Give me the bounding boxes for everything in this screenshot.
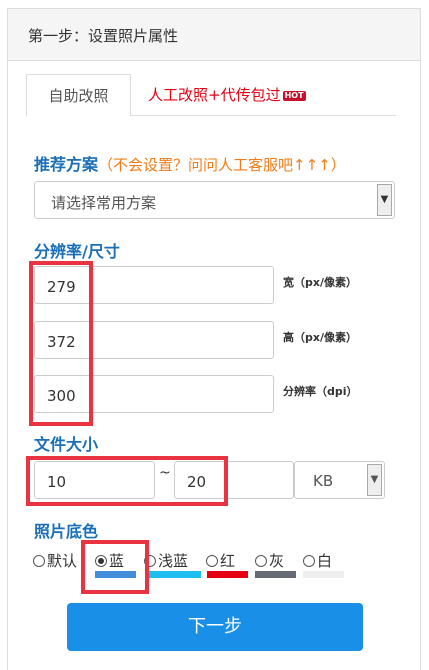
bg-option-label: 灰 bbox=[269, 552, 285, 570]
width-input[interactable]: 279 bbox=[34, 266, 274, 304]
bg-option-label: 蓝 bbox=[109, 552, 125, 570]
dpi-input[interactable]: 300 bbox=[34, 375, 274, 413]
filesize-unit-value: KB bbox=[313, 472, 334, 490]
scheme-select[interactable]: 请选择常用方案 ▼ bbox=[34, 181, 395, 219]
radio-checked-icon bbox=[95, 555, 107, 567]
background-color-options: 默认 蓝 浅蓝 红 灰 白 bbox=[33, 550, 353, 580]
dpi-unit: 分辨率（dpi） bbox=[283, 385, 358, 398]
scheme-hint[interactable]: （不会设置？问问人工客服吧↑↑↑） bbox=[98, 156, 346, 174]
bg-option-red[interactable]: 红 bbox=[206, 550, 235, 571]
tab-self-edit[interactable]: 自助改照 bbox=[26, 74, 131, 117]
chevron-down-icon[interactable]: ▼ bbox=[367, 464, 382, 496]
swatch-white bbox=[303, 571, 344, 578]
swatch-light-blue bbox=[148, 571, 201, 578]
next-step-button[interactable]: 下一步 bbox=[67, 603, 363, 651]
width-unit: 宽（px/像素） bbox=[283, 276, 357, 289]
bg-option-label: 白 bbox=[317, 552, 333, 570]
hot-badge: HOT bbox=[282, 90, 306, 101]
radio-icon bbox=[144, 555, 156, 567]
scheme-title: 推荐方案（不会设置？问问人工客服吧↑↑↑） bbox=[34, 151, 346, 175]
filesize-title: 文件大小 bbox=[34, 435, 99, 454]
swatch-gray bbox=[255, 571, 296, 578]
scheme-select-value: 请选择常用方案 bbox=[51, 194, 157, 212]
bg-option-light-blue[interactable]: 浅蓝 bbox=[144, 550, 188, 571]
bg-option-label: 红 bbox=[220, 552, 236, 570]
bg-option-label: 浅蓝 bbox=[158, 552, 189, 570]
radio-icon bbox=[206, 555, 218, 567]
swatch-blue bbox=[95, 571, 136, 578]
filesize-max-input[interactable]: 20 bbox=[174, 461, 294, 499]
bg-option-gray[interactable]: 灰 bbox=[255, 550, 284, 571]
filesize-min-input[interactable]: 10 bbox=[34, 461, 155, 499]
swatch-red bbox=[207, 571, 248, 578]
chevron-down-icon[interactable]: ▼ bbox=[377, 184, 392, 216]
tab-bar: 自助改照 人工改照+代传包过 HOT bbox=[26, 74, 396, 117]
radio-icon bbox=[33, 555, 45, 567]
tab-manual-label: 人工改照+代传包过 bbox=[148, 86, 281, 104]
bg-option-label: 默认 bbox=[47, 552, 78, 570]
bg-option-white[interactable]: 白 bbox=[303, 550, 332, 571]
panel-title: 第一步：设置照片属性 bbox=[8, 9, 420, 61]
height-unit: 高（px/像素） bbox=[283, 331, 357, 344]
height-input[interactable]: 372 bbox=[34, 321, 274, 359]
filesize-unit-select[interactable]: KB ▼ bbox=[294, 461, 385, 499]
resolution-title: 分辨率/尺寸 bbox=[34, 242, 120, 261]
background-title: 照片底色 bbox=[34, 522, 99, 541]
radio-icon bbox=[303, 555, 315, 567]
bg-option-default[interactable]: 默认 bbox=[33, 550, 77, 571]
radio-icon bbox=[255, 555, 267, 567]
tab-manual-edit[interactable]: 人工改照+代传包过 HOT bbox=[148, 74, 306, 116]
bg-option-blue[interactable]: 蓝 bbox=[95, 550, 124, 571]
range-separator: ~ bbox=[159, 465, 171, 481]
scheme-title-label: 推荐方案 bbox=[34, 155, 99, 174]
